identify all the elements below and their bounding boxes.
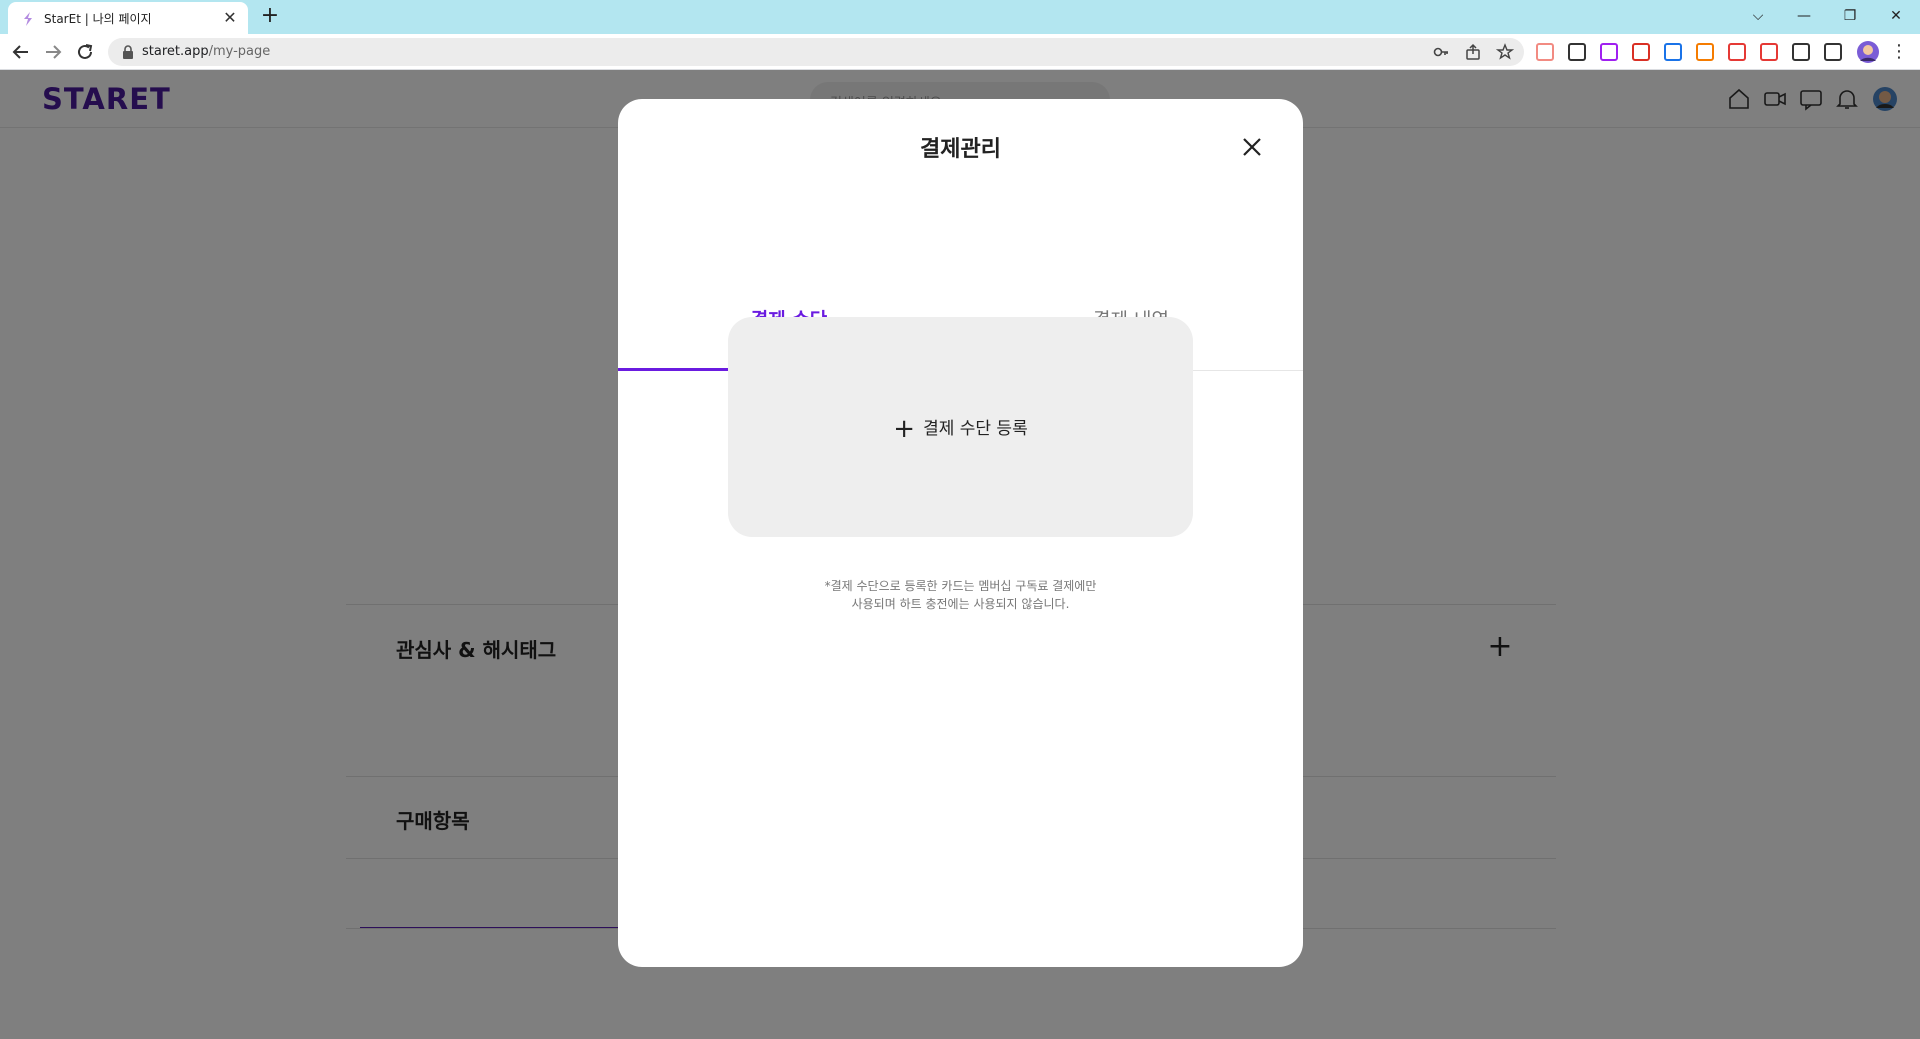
tab-close-icon[interactable]: ✕ — [220, 8, 240, 28]
forward-arrow-icon[interactable] — [40, 39, 66, 65]
url-path: /my-page — [208, 44, 271, 59]
browser-tab[interactable]: StarEt | 나의 페이지 ✕ — [8, 2, 248, 34]
browser-tabstrip: StarEt | 나의 페이지 ✕ + ⌵ — ❐ ✕ — [0, 0, 1920, 34]
bookmark-star-icon[interactable] — [1496, 43, 1514, 61]
modal-title: 결제관리 — [920, 137, 1001, 162]
profile-avatar[interactable] — [1856, 40, 1880, 64]
browser-menu-icon[interactable]: ⋮ — [1886, 39, 1912, 65]
payment-notice: *결제 수단으로 등록한 카드는 멤버십 구독료 결제에만 사용되며 하트 충전… — [618, 577, 1303, 613]
extension-arrow-icon[interactable] — [1728, 43, 1746, 61]
staret-favicon-icon — [24, 12, 32, 26]
payment-notice-line2: 사용되며 하트 충전에는 사용되지 않습니다. — [851, 597, 1070, 611]
react-devtools-icon[interactable] — [1664, 43, 1682, 61]
new-tab-button[interactable]: + — [258, 5, 282, 29]
extension-code-icon[interactable] — [1760, 43, 1778, 61]
key-icon[interactable] — [1432, 43, 1450, 61]
cast-icon[interactable] — [1536, 43, 1554, 61]
notion-icon[interactable] — [1568, 43, 1586, 61]
url-host: staret.app — [142, 44, 209, 59]
plus-icon: + — [893, 414, 916, 444]
minimize-button[interactable]: — — [1790, 4, 1818, 28]
close-icon[interactable] — [1240, 135, 1264, 159]
share-icon[interactable] — [1464, 43, 1482, 61]
add-payment-method-button[interactable]: + 결제 수단 등록 — [728, 317, 1193, 537]
tab-title: StarEt | 나의 페이지 — [44, 12, 152, 26]
window-close-button[interactable]: ✕ — [1882, 4, 1910, 28]
lock-icon — [123, 45, 133, 59]
address-bar[interactable]: staret.app/my-page — [108, 38, 1524, 66]
restore-button[interactable]: ❐ — [1836, 4, 1864, 28]
extension-purple-icon[interactable] — [1600, 43, 1618, 61]
url-text: staret.app/my-page — [142, 44, 270, 59]
puzzle-icon[interactable] — [1792, 43, 1810, 61]
tab-search-button[interactable]: ⌵ — [1744, 4, 1772, 28]
add-payment-method-content: + 결제 수단 등록 — [728, 414, 1193, 444]
reload-icon[interactable] — [72, 39, 98, 65]
extension-red-icon[interactable] — [1632, 43, 1650, 61]
add-payment-method-label: 결제 수단 등록 — [923, 419, 1028, 439]
payment-management-modal: 결제관리 결제 수단 결제 내역 +결제 수단 등록 *결제 수단으로 등록한 … — [618, 99, 1303, 967]
extension-ex-icon[interactable] — [1696, 43, 1714, 61]
side-panel-icon[interactable] — [1824, 43, 1842, 61]
back-arrow-icon[interactable] — [8, 39, 34, 65]
payment-notice-line1: *결제 수단으로 등록한 카드는 멤버십 구독료 결제에만 — [824, 579, 1097, 593]
